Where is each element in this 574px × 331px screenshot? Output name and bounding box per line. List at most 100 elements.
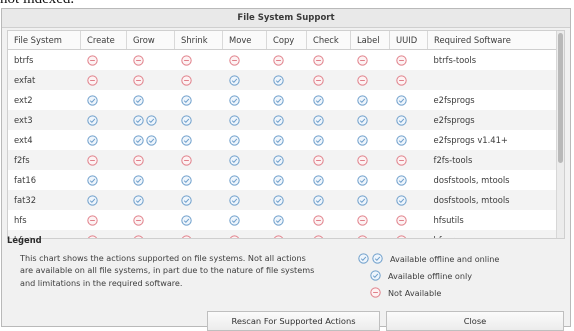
no-entry-icon	[356, 214, 368, 226]
no-entry-icon	[180, 154, 192, 166]
no-entry-icon	[312, 74, 324, 86]
required-software: e2fsprogs v1.41+	[433, 135, 508, 145]
check-icon	[228, 114, 240, 126]
check-icon	[312, 194, 324, 206]
check-icon	[145, 114, 157, 126]
action-support-cell	[307, 210, 351, 230]
check-icon	[228, 94, 240, 106]
action-support-cell	[126, 110, 175, 130]
legend-item-offline-and-online: Available offline and online	[358, 253, 499, 264]
table-row[interactable]: btrfs btrfs-tools	[8, 50, 557, 71]
legend-not-available-icon	[370, 287, 383, 298]
column-header[interactable]: Label	[350, 31, 390, 50]
no-entry-icon	[181, 234, 191, 238]
legend-label: Available offline only	[388, 270, 473, 281]
check-icon	[132, 114, 144, 126]
table-header-row: File System Create Grow Shrink Move Copy Check…	[8, 31, 557, 50]
table-row[interactable]: exfat	[8, 70, 557, 90]
column-header[interactable]: Copy	[266, 31, 307, 50]
action-support-cell	[175, 130, 223, 150]
required-software: btrfs-tools	[433, 55, 477, 65]
action-support-cell	[81, 170, 127, 190]
check-icon	[356, 94, 368, 106]
table-row[interactable]: ext2 e2fsprogs	[8, 90, 557, 110]
check-icon	[228, 74, 240, 86]
check-icon	[132, 174, 144, 186]
no-entry-icon	[312, 154, 324, 166]
no-entry-icon	[356, 74, 368, 86]
column-header[interactable]: File System	[8, 31, 81, 50]
scrollbar-thumb[interactable]	[558, 33, 563, 163]
no-entry-icon	[86, 214, 98, 226]
column-header[interactable]: Move	[222, 31, 267, 50]
no-entry-icon	[273, 234, 283, 238]
check-icon	[312, 114, 324, 126]
no-entry-icon	[356, 154, 368, 166]
check-icon	[228, 154, 240, 166]
action-support-cell	[389, 150, 428, 170]
action-support-cell	[175, 210, 223, 230]
check-icon	[272, 194, 284, 206]
no-entry-icon	[132, 54, 144, 66]
action-support-cell	[350, 110, 390, 130]
check-icon	[372, 253, 383, 264]
action-support-cell	[222, 150, 267, 170]
action-support-cell	[223, 170, 267, 190]
action-support-cell	[351, 170, 390, 190]
action-support-cell	[390, 50, 428, 71]
rescan-button[interactable]: Rescan For Supported Actions	[207, 311, 380, 331]
action-support-cell	[266, 70, 307, 90]
column-header[interactable]: UUID	[389, 31, 428, 50]
file-system-support-dialog: File System Support File System Create Gro…	[1, 8, 571, 331]
action-support-cell	[81, 210, 127, 230]
table-row[interactable]: ext3 e2fsprogs	[8, 110, 557, 130]
file-system-name: ext4	[14, 135, 33, 145]
action-support-cell	[266, 230, 307, 238]
column-header[interactable]: Required Software	[427, 31, 557, 50]
action-support-cell	[307, 50, 351, 71]
table-row[interactable]: f2fs f2fs-tools	[8, 150, 557, 170]
table-row[interactable]: ext4 e2fsprogs v1.41+	[8, 130, 557, 150]
table-row[interactable]: fat16 dosfstools, mtools	[8, 170, 557, 190]
action-support-cell	[351, 90, 390, 110]
check-icon	[312, 174, 324, 186]
no-entry-icon	[86, 54, 98, 66]
legend-offline-online-icons	[358, 253, 385, 264]
table-row[interactable]: hfs+hfsprogs	[8, 230, 557, 238]
column-header[interactable]: Create	[80, 31, 127, 50]
column-header[interactable]: Grow	[126, 31, 175, 50]
no-entry-icon	[228, 54, 240, 66]
no-entry-icon	[395, 214, 407, 226]
required-software: f2fs-tools	[427, 150, 557, 170]
file-system-name: f2fs	[8, 150, 81, 170]
no-entry-icon	[86, 74, 98, 86]
action-support-cell	[127, 130, 175, 150]
check-icon	[272, 214, 284, 226]
check-icon	[272, 114, 284, 126]
required-software: dosfstools, mtools	[427, 190, 557, 210]
legend-offline-icon	[370, 270, 383, 281]
check-icon	[132, 94, 144, 106]
check-icon	[180, 114, 192, 126]
action-support-cell	[223, 210, 267, 230]
action-support-cell	[127, 90, 175, 110]
table-row[interactable]: fat32 dosfstools, mtools	[8, 190, 557, 210]
table-scrollbar[interactable]	[556, 31, 564, 238]
action-support-cell	[174, 190, 223, 210]
close-button[interactable]: Close	[386, 311, 564, 331]
required-software: e2fsprogs	[433, 95, 475, 105]
action-support-cell	[223, 50, 267, 71]
action-support-cell	[223, 90, 267, 110]
no-entry-icon	[180, 54, 192, 66]
check-icon	[132, 134, 144, 146]
check-icon	[180, 214, 192, 226]
table-row[interactable]: hfs hfsutils	[8, 210, 557, 230]
column-header[interactable]: Check	[306, 31, 351, 50]
no-entry-icon	[86, 154, 98, 166]
check-icon	[272, 134, 284, 146]
check-icon	[356, 134, 368, 146]
column-header[interactable]: Shrink	[174, 31, 223, 50]
no-entry-icon	[312, 214, 324, 226]
check-icon	[86, 134, 98, 146]
action-support-cell	[267, 170, 307, 190]
